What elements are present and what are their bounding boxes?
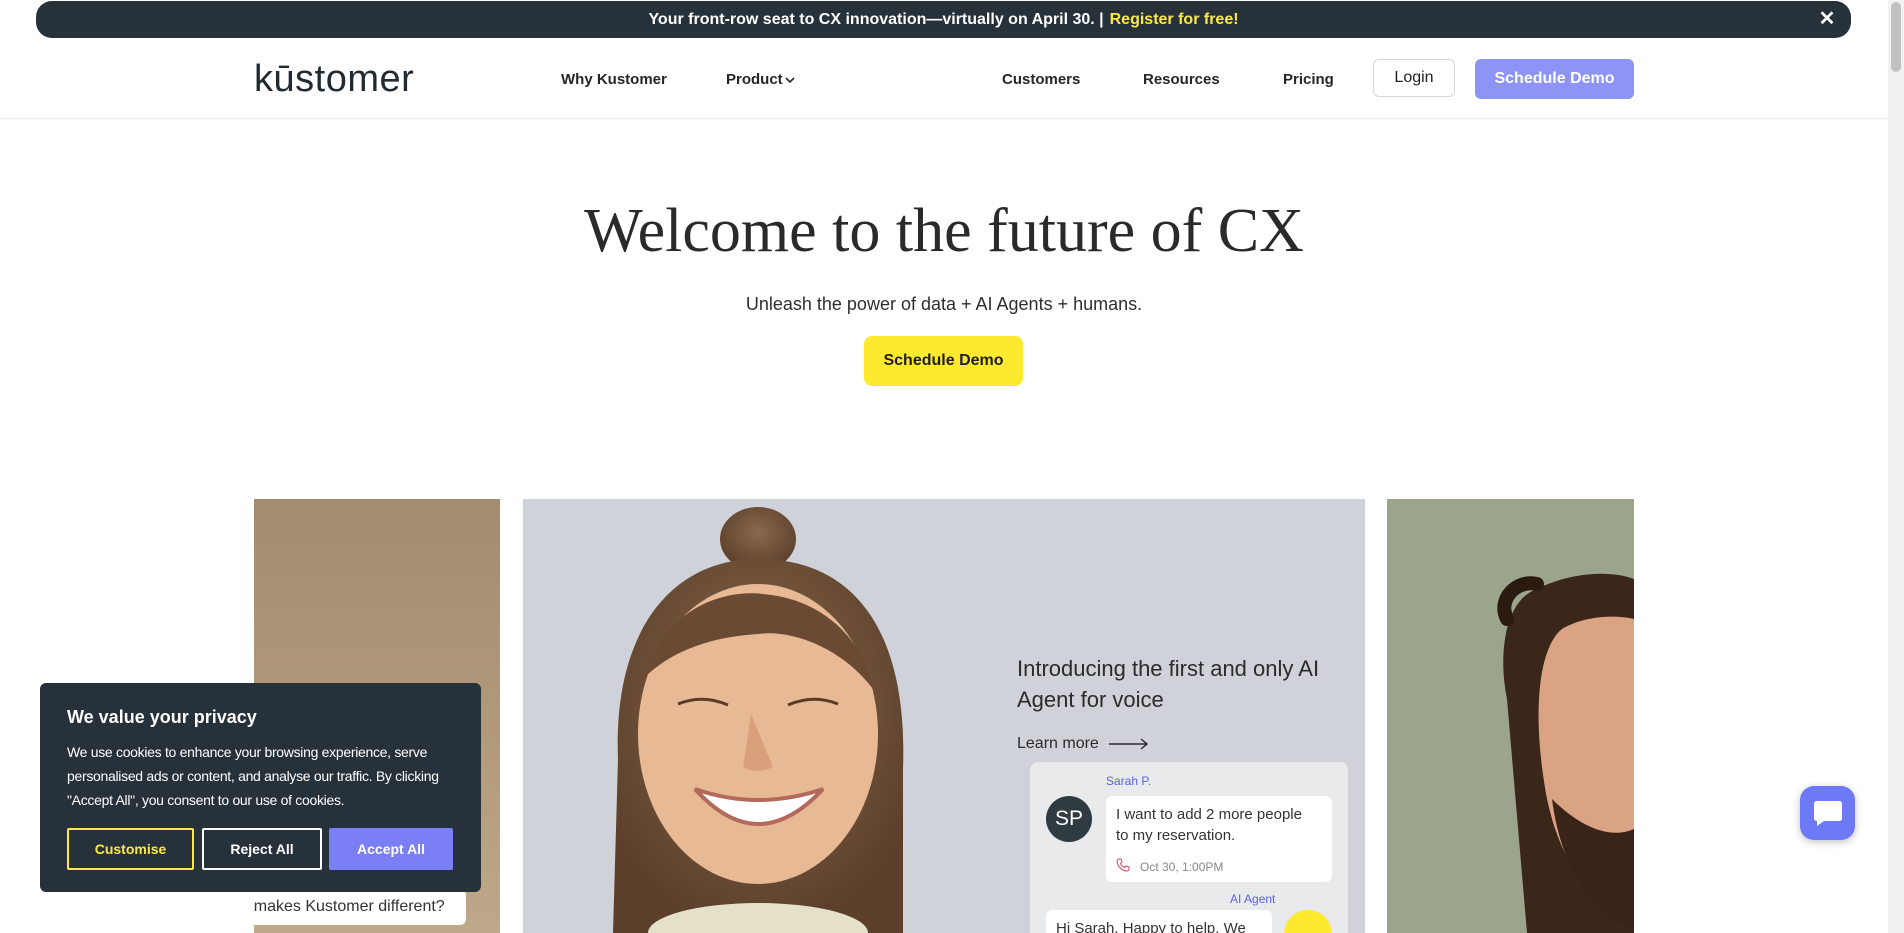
- phone-icon: [1116, 858, 1130, 872]
- nav-resources[interactable]: Resources: [1143, 71, 1220, 88]
- bearded-man-image: [1497, 573, 1634, 933]
- arrow-right-icon: [1108, 738, 1148, 750]
- ai-agent-avatar: [1284, 910, 1332, 933]
- nav-product-label: Product: [726, 71, 783, 88]
- schedule-demo-button[interactable]: Schedule Demo: [1475, 59, 1634, 99]
- learn-more-label: Learn more: [1017, 735, 1099, 752]
- chat-ai-message: Hi Sarah. Happy to help. We: [1056, 920, 1246, 933]
- chat-timestamp: Oct 30, 1:00PM: [1140, 860, 1224, 874]
- page-scrollbar[interactable]: [1888, 0, 1904, 933]
- announcement-bar: Your front-row seat to CX innovation—vir…: [36, 1, 1851, 38]
- close-icon[interactable]: ✕: [1817, 9, 1837, 29]
- card-question-text: at makes Kustomer different?: [254, 898, 445, 915]
- cookie-consent-banner: We value your privacy We use cookies to …: [40, 683, 481, 892]
- card-question-pill: at makes Kustomer different?: [254, 889, 466, 925]
- hero-subtitle: Unleash the power of data + AI Agents + …: [745, 294, 1143, 314]
- chat-ai-bubble: Hi Sarah. Happy to help. We: [1046, 910, 1272, 933]
- carousel-card-center[interactable]: Introducing the first and only AI Agent …: [523, 499, 1365, 933]
- nav-why-kustomer[interactable]: Why Kustomer: [561, 71, 667, 88]
- avatar: SP: [1046, 796, 1092, 842]
- nav-product[interactable]: Product: [726, 71, 795, 88]
- hero-title: Welcome to the future of CX: [584, 197, 1304, 265]
- register-link[interactable]: Register for free!: [1110, 11, 1239, 29]
- chevron-down-icon: [785, 77, 795, 84]
- chat-transcript-widget: Sarah P. SP I want to add 2 more people …: [1030, 762, 1348, 933]
- hero-schedule-demo-button[interactable]: Schedule Demo: [864, 336, 1023, 386]
- main-nav: kūstomer Why Kustomer Product Customers …: [0, 40, 1888, 119]
- cookie-body: We use cookies to enhance your browsing …: [67, 744, 439, 808]
- chat-launcher-button[interactable]: [1800, 786, 1855, 840]
- cookie-title: We value your privacy: [67, 707, 257, 727]
- accept-all-button[interactable]: Accept All: [329, 828, 453, 870]
- carousel-card-right[interactable]: [1387, 499, 1634, 933]
- scrollbar-thumb[interactable]: [1891, 2, 1901, 72]
- promo-title: Introducing the first and only AI Agent …: [1017, 656, 1320, 712]
- login-button[interactable]: Login: [1373, 59, 1455, 97]
- chat-user-message: I want to add 2 more people to my reserv…: [1116, 806, 1302, 844]
- nav-pricing[interactable]: Pricing: [1283, 71, 1334, 88]
- reject-all-button[interactable]: Reject All: [202, 828, 322, 870]
- kustomer-logo[interactable]: kūstomer: [254, 58, 414, 101]
- nav-customers[interactable]: Customers: [1002, 71, 1080, 88]
- chat-user-bubble: I want to add 2 more people to my reserv…: [1106, 796, 1332, 882]
- customise-button[interactable]: Customise: [67, 828, 194, 870]
- announcement-text: Your front-row seat to CX innovation—vir…: [648, 10, 1104, 28]
- chat-user-name: Sarah P.: [1106, 774, 1152, 788]
- chat-ai-name: AI Agent: [1230, 892, 1276, 906]
- chat-bubble-icon: [1813, 801, 1842, 826]
- learn-more-link[interactable]: Learn more: [1017, 735, 1149, 753]
